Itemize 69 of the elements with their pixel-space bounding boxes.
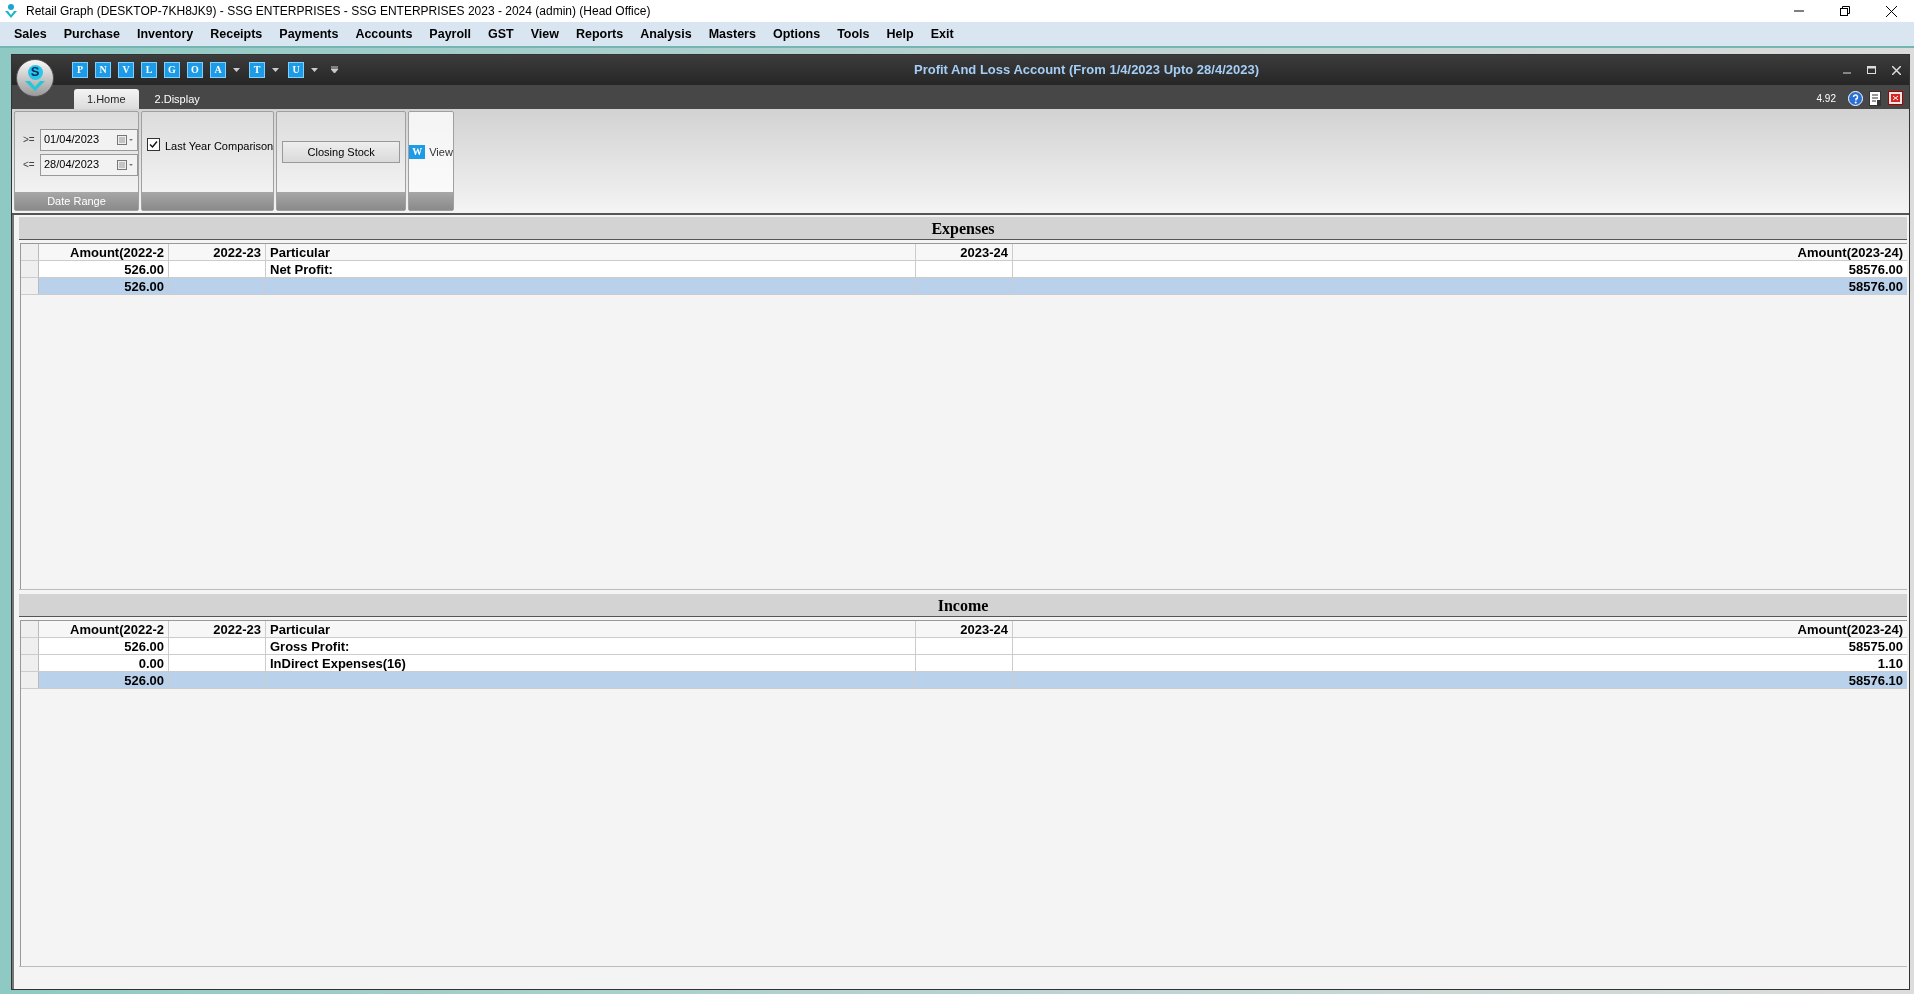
row-header-cell — [21, 621, 39, 637]
menu-item[interactable]: Exit — [922, 24, 962, 44]
menu-item[interactable]: GST — [480, 24, 522, 44]
document-title: Profit And Loss Account (From 1/4/2023 Upto 28/4/2023) — [913, 61, 1260, 80]
table-cell: 526.00 — [39, 638, 169, 654]
row-header-cell — [21, 278, 39, 294]
group-caption: Date Range — [15, 192, 138, 210]
maximize-icon — [1867, 66, 1876, 74]
calendar-icon — [117, 134, 134, 145]
menu-item[interactable]: Accounts — [347, 24, 421, 44]
row-header-cell — [21, 672, 39, 688]
ribbon-tab[interactable]: 2.Display — [144, 89, 210, 109]
menu-item[interactable]: Payments — [271, 24, 347, 44]
caption-bar — [409, 192, 453, 210]
row-header-cell — [21, 655, 39, 671]
caret-icon[interactable] — [233, 67, 240, 73]
table-cell: InDirect Expenses(16) — [266, 655, 916, 671]
caret-icon[interactable] — [272, 67, 279, 73]
calendar-icon — [117, 159, 134, 170]
total-cell: 526.00 — [39, 672, 169, 688]
logo-letter: S — [27, 64, 43, 80]
document-icon — [1869, 90, 1882, 106]
table-cell: 58575.00 — [1013, 638, 1907, 654]
section-title: Expenses — [931, 219, 995, 239]
table-cell: 526.00 — [39, 261, 169, 277]
menu-item[interactable]: Masters — [700, 24, 764, 44]
menu-item[interactable]: Analysis — [632, 24, 700, 44]
menu-item[interactable]: Sales — [6, 24, 55, 44]
table-cell: Gross Profit: — [266, 638, 916, 654]
closing-stock-button[interactable]: Closing Stock — [282, 141, 401, 163]
app-icon — [4, 3, 18, 19]
table-cell: 58576.00 — [1013, 261, 1907, 277]
menu-item[interactable]: Help — [878, 24, 922, 44]
row-header-cell — [21, 261, 39, 277]
table-cell: 1.10 — [1013, 655, 1907, 671]
row-header-cell — [21, 638, 39, 654]
close-icon — [1885, 5, 1897, 17]
total-cell: 58576.10 — [1013, 672, 1907, 688]
table-cell: 0.00 — [39, 655, 169, 671]
table-cell: Net Profit: — [266, 261, 916, 277]
menu-item[interactable]: Reports — [568, 24, 632, 44]
row-header-cell — [21, 244, 39, 260]
section-title: Income — [937, 596, 989, 616]
restore-icon — [1840, 6, 1850, 16]
menu-item[interactable]: Payroll — [421, 24, 480, 44]
menu-item[interactable]: View — [522, 24, 567, 44]
version-label: 4.92 — [1816, 91, 1836, 106]
menu-item[interactable]: Inventory — [128, 24, 202, 44]
operator-label: <= — [23, 158, 36, 172]
view-icon-label: W — [409, 145, 426, 159]
checkbox-label: Last Year Comparison — [165, 139, 274, 154]
checkbox[interactable] — [147, 138, 160, 151]
operator-label: >= — [23, 133, 36, 147]
caret-icon[interactable] — [311, 67, 318, 73]
customize-caret-icon — [331, 66, 339, 74]
close-icon — [1892, 65, 1901, 75]
date-field[interactable]: 01/04/2023 — [40, 128, 138, 151]
exit-icon — [1888, 91, 1903, 105]
menu-item[interactable]: Options — [764, 24, 829, 44]
ribbon-tab[interactable]: 1.Home — [74, 89, 139, 109]
menu-item[interactable]: Purchase — [55, 24, 128, 44]
window-title: Retail Graph (DESKTOP-7KH8JK9) - SSG ENTERPRISES - SSG ENTERPRISES 2023 - 2024 (admin) (Head Office) — [26, 3, 651, 20]
date-field[interactable]: 28/04/2023 — [40, 153, 138, 176]
menu-item[interactable]: Receipts — [202, 24, 271, 44]
total-cell: 58576.00 — [1013, 278, 1907, 294]
help-icon — [1848, 90, 1863, 106]
menu-item[interactable]: Tools — [829, 24, 878, 44]
logo-badge[interactable]: S — [16, 59, 54, 97]
total-cell: 526.00 — [39, 278, 169, 294]
